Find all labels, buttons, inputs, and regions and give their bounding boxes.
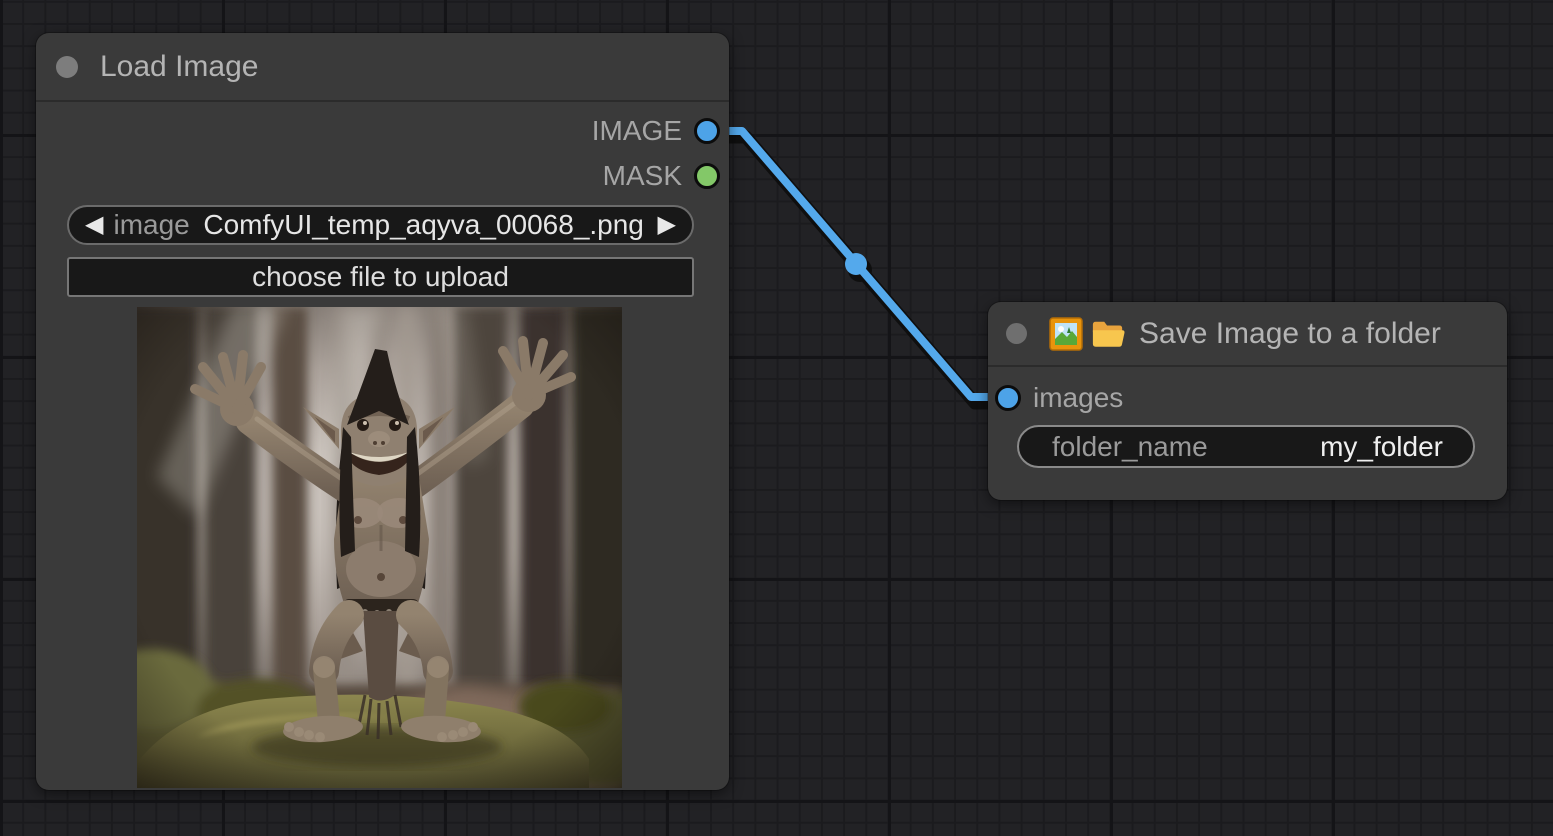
image-combo-widget[interactable]: ◀ image ComfyUI_temp_aqyva_00068_.png ▶ [67, 205, 694, 245]
input-label-images: images [1033, 382, 1123, 414]
node-save-titlebar: Save Image to a folder [988, 302, 1507, 367]
open-folder-icon [1091, 317, 1125, 351]
collapse-dot-icon[interactable] [1006, 323, 1027, 344]
output-row-image: IMAGE [592, 116, 729, 146]
folder-name-value[interactable]: my_folder [1208, 431, 1443, 463]
combo-value[interactable]: ComfyUI_temp_aqyva_00068_.png [200, 209, 648, 241]
input-row-images: images [988, 383, 1123, 413]
output-label-mask: MASK [603, 160, 682, 192]
node-title: Save Image to a folder [1139, 317, 1441, 351]
node-title: Load Image [100, 50, 258, 84]
choose-file-button[interactable]: choose file to upload [67, 257, 694, 297]
combo-prev-icon[interactable]: ◀ [85, 213, 103, 237]
output-label-image: IMAGE [592, 115, 682, 147]
combo-next-icon[interactable]: ▶ [658, 213, 676, 237]
combo-name: image [113, 209, 189, 241]
folder-name-label: folder_name [1052, 431, 1208, 463]
node-load-image-titlebar: Load Image [36, 33, 729, 102]
framed-picture-icon [1049, 317, 1083, 351]
input-port-images[interactable] [995, 385, 1021, 411]
output-port-image[interactable] [694, 118, 720, 144]
node-graph-canvas[interactable]: Load Image IMAGE MASK ◀ image ComfyUI_te… [0, 0, 1553, 836]
choose-file-button-label: choose file to upload [252, 261, 509, 293]
troll-forest-illustration [137, 307, 622, 788]
folder-name-widget[interactable]: folder_name my_folder [1017, 425, 1475, 468]
image-preview [137, 307, 622, 788]
node-load-image[interactable]: Load Image IMAGE MASK ◀ image ComfyUI_te… [36, 33, 729, 790]
node-save-image-to-folder[interactable]: Save Image to a folder images folder_nam… [988, 302, 1507, 500]
link-midpoint-dot[interactable] [845, 253, 867, 275]
output-port-mask[interactable] [694, 163, 720, 189]
collapse-dot-icon[interactable] [56, 56, 78, 78]
output-row-mask: MASK [603, 161, 729, 191]
